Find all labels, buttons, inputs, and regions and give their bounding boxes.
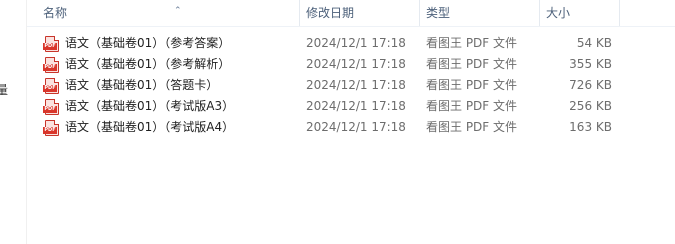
- file-name: 语文（基础卷01）（考试版A4）: [65, 120, 235, 134]
- file-row[interactable]: PDF 语文（基础卷01）（参考解析） 2024/12/1 17:18 看图王 …: [27, 54, 675, 75]
- file-name: 语文（基础卷01）（考试版A3）: [65, 99, 235, 113]
- column-header-date[interactable]: 修改日期: [300, 0, 420, 26]
- file-type: 看图王 PDF 文件: [426, 36, 518, 50]
- file-row[interactable]: PDF 语文（基础卷01）（考试版A3） 2024/12/1 17:18 看图王…: [27, 96, 675, 117]
- file-type: 看图王 PDF 文件: [426, 99, 518, 113]
- file-size: 163 KB: [569, 120, 612, 134]
- file-name-cell: 语文（基础卷01）（考试版A4）: [45, 117, 297, 138]
- file-name: 语文（基础卷01）（答题卡）: [65, 78, 219, 92]
- file-size: 355 KB: [569, 57, 612, 71]
- file-type: 看图王 PDF 文件: [426, 120, 518, 134]
- file-size: 726 KB: [569, 78, 612, 92]
- file-name-cell: 语文（基础卷01）（考试版A3）: [45, 96, 297, 117]
- column-header-type[interactable]: 类型: [420, 0, 540, 26]
- file-date: 2024/12/1 17:18: [306, 36, 406, 50]
- file-rows: PDF 语文（基础卷01）（参考答案） 2024/12/1 17:18 看图王 …: [27, 33, 675, 138]
- file-date: 2024/12/1 17:18: [306, 78, 406, 92]
- column-header-size[interactable]: 大小: [540, 0, 620, 26]
- file-date: 2024/12/1 17:18: [306, 57, 406, 71]
- file-type: 看图王 PDF 文件: [426, 78, 518, 92]
- sort-caret-up-icon: ⌃: [174, 6, 182, 16]
- column-header-type-label: 类型: [426, 6, 451, 20]
- column-header-name[interactable]: 名称 ⌃: [37, 0, 300, 26]
- file-explorer-window: 量 名称 ⌃ 修改日期 类型 大小 PDF 语文（基础卷01）（参考答案） 20…: [0, 0, 675, 244]
- nav-pane-partial-label: 量: [0, 81, 8, 98]
- column-header-row: 名称 ⌃ 修改日期 类型 大小: [27, 0, 675, 27]
- file-name: 语文（基础卷01）（参考解析）: [65, 57, 231, 71]
- file-name-cell: 语文（基础卷01）（答题卡）: [45, 75, 297, 96]
- file-type: 看图王 PDF 文件: [426, 57, 518, 71]
- file-date: 2024/12/1 17:18: [306, 99, 406, 113]
- file-date: 2024/12/1 17:18: [306, 120, 406, 134]
- column-header-name-label: 名称: [43, 6, 68, 20]
- file-row[interactable]: PDF 语文（基础卷01）（答题卡） 2024/12/1 17:18 看图王 P…: [27, 75, 675, 96]
- file-name-cell: 语文（基础卷01）（参考解析）: [45, 54, 297, 75]
- file-size: 54 KB: [576, 36, 612, 50]
- file-size: 256 KB: [569, 99, 612, 113]
- navigation-pane[interactable]: 量: [0, 0, 27, 244]
- column-header-size-label: 大小: [546, 6, 571, 20]
- file-list-view: 名称 ⌃ 修改日期 类型 大小 PDF 语文（基础卷01）（参考答案） 2024…: [27, 0, 675, 244]
- file-row[interactable]: PDF 语文（基础卷01）（考试版A4） 2024/12/1 17:18 看图王…: [27, 117, 675, 138]
- file-row[interactable]: PDF 语文（基础卷01）（参考答案） 2024/12/1 17:18 看图王 …: [27, 33, 675, 54]
- file-name: 语文（基础卷01）（参考答案）: [65, 36, 231, 50]
- file-name-cell: 语文（基础卷01）（参考答案）: [45, 33, 297, 54]
- column-header-date-label: 修改日期: [306, 6, 355, 20]
